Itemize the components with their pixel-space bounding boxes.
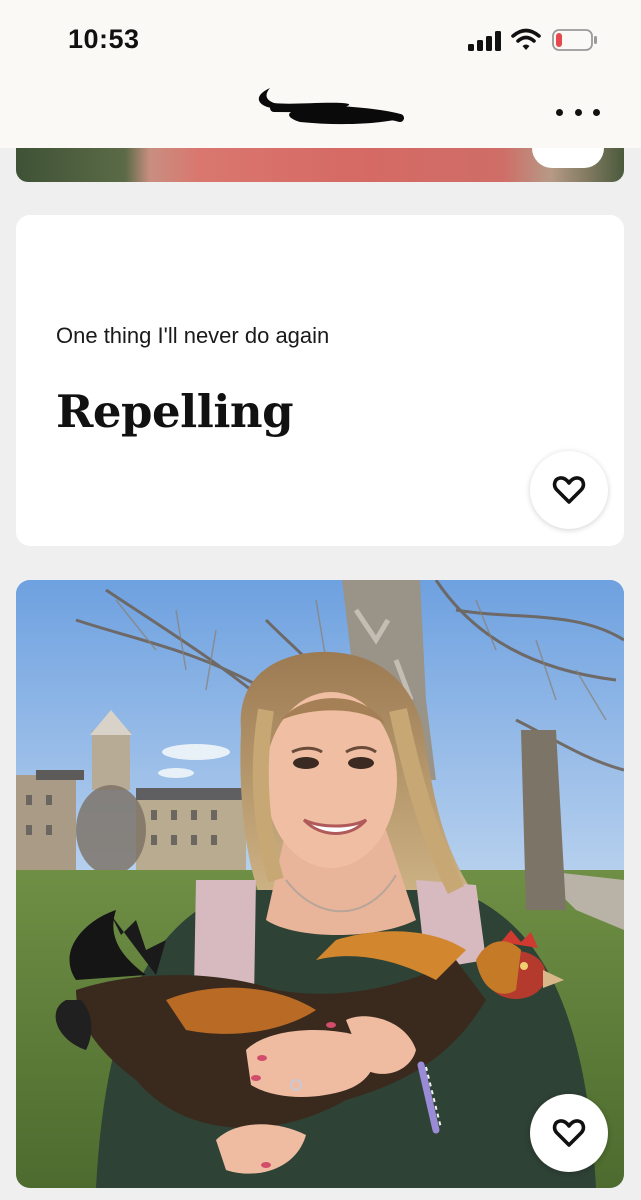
status-time: 10:53: [68, 24, 140, 54]
redacted-name-scribble: [258, 88, 404, 125]
status-bar: 10:53: [0, 0, 641, 70]
photo-card[interactable]: [16, 580, 624, 1188]
battery-low-icon: [552, 29, 597, 51]
more-horizontal-icon: [556, 108, 563, 116]
heart-outline-icon: [552, 476, 586, 504]
photo-like-button[interactable]: [530, 1094, 608, 1172]
profile-screen: 10:53 One thing I'll never do again Repe…: [0, 0, 641, 1200]
prompt-answer: Repelling: [56, 385, 294, 438]
prompt-card: One thing I'll never do again Repelling: [16, 215, 624, 546]
profile-header: [0, 70, 641, 148]
cellular-signal-icon: [468, 31, 502, 51]
prompt-question: One thing I'll never do again: [56, 323, 330, 348]
battery-level: [556, 33, 562, 47]
more-options-button[interactable]: [556, 100, 600, 124]
wifi-icon: [511, 28, 541, 50]
prompt-like-button[interactable]: [530, 451, 608, 529]
heart-outline-icon: [552, 1119, 586, 1147]
woman-holding-rooster-photo: [16, 580, 624, 1188]
previous-photo-like-button[interactable]: [532, 148, 604, 168]
